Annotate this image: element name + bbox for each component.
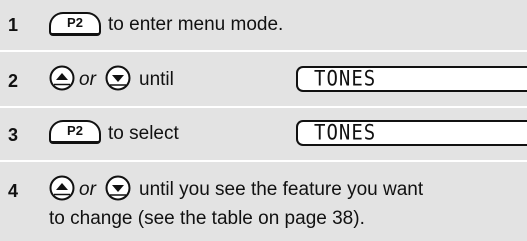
step-text: to select [108,123,179,144]
or-connector: or [79,69,96,90]
step-text-line-2: to change (see the table on page 38). [49,208,365,229]
step-text: until [139,69,174,90]
step-text: to enter menu mode. [108,14,284,35]
down-arrow-button-icon [105,65,131,91]
lcd-display-text: TONES [314,120,377,146]
p2-button-label: P2 [49,12,101,36]
p2-button-icon: P2 [49,120,101,144]
step-text-line-1: until you see the feature you want [139,179,424,200]
step-number: 3 [8,125,19,145]
up-arrow-button-icon [49,65,75,91]
step-number: 1 [8,15,19,35]
or-connector: or [79,179,96,200]
step-number: 4 [8,181,19,201]
step-number: 2 [8,71,19,91]
lcd-display: TONES [296,66,527,92]
lcd-display-text: TONES [314,66,377,92]
down-arrow-button-icon [105,175,131,201]
lcd-display: TONES [296,120,527,146]
up-arrow-button-icon [49,175,75,201]
p2-button-icon: P2 [49,12,101,36]
p2-button-label: P2 [49,120,101,144]
